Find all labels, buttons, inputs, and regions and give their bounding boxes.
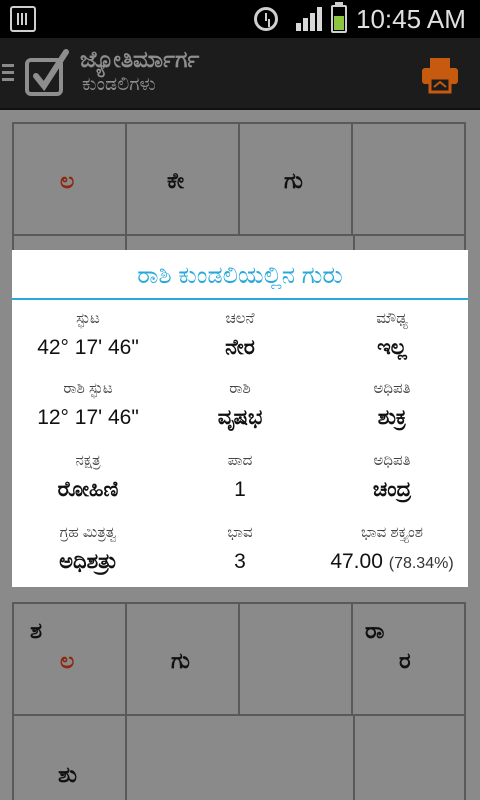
action-bar: ಜ್ಯೋತಿರ್ಮಾರ್ಗ ಕುಂಡಲಿಗಳು xyxy=(0,38,480,110)
chart-house-cell[interactable] xyxy=(353,124,466,236)
field-value: ಅಧಿಶತ್ರು xyxy=(59,550,117,573)
field-label: ಅಧಿಪತಿ xyxy=(373,452,411,469)
battery-icon xyxy=(331,2,347,33)
app-logo-icon[interactable] xyxy=(24,48,72,98)
planet-label: ಗು xyxy=(171,648,190,673)
app-subtitle: ಕುಂಡಲಿಗಳು xyxy=(82,74,156,95)
dialog-divider xyxy=(12,298,468,300)
menu-icon[interactable] xyxy=(2,64,16,84)
field-value: ವೃಷಭ xyxy=(217,406,263,429)
chart-house-cell[interactable]: ಕೇ xyxy=(127,124,240,236)
dialog-title: ರಾಶಿ ಕುಂಡಲಿಯಲ್ಲಿನ ಗುರು xyxy=(137,262,343,289)
planet-label: ಶು xyxy=(58,762,78,787)
field-label: ಗ್ರಹ ಮಿತ್ರತ್ವ xyxy=(59,524,117,541)
field-value: ಶುಕ್ರ xyxy=(377,406,407,429)
field-label: ಭಾವ xyxy=(227,524,253,541)
field-value: 1 xyxy=(234,478,246,501)
chart-house-cell[interactable]: ಗು xyxy=(240,124,353,236)
sim-card-icon xyxy=(10,6,36,32)
field-label: ಸ್ಫುಟ xyxy=(76,310,100,327)
chart-house-cell[interactable]: ಶು xyxy=(14,716,127,800)
field-label: ಪಾದ xyxy=(227,452,253,469)
field-value: 47.00 (78.34%) xyxy=(316,550,468,574)
app-title: ಜ್ಯೋತಿರ್ಮಾರ್ಗ xyxy=(80,46,200,72)
rashi-chart-bottom: ಶ ಲ ಗು ರಾ ರ ಶು xyxy=(12,602,466,800)
field-label: ಭಾವ ಶಕ್ತ್ಯಂಶ xyxy=(361,524,423,541)
field-label: ಅಧಿಪತಿ xyxy=(373,380,411,397)
bhava-strength-percent: (78.34%) xyxy=(388,555,454,572)
field-label: ಚಲನೆ xyxy=(225,310,255,327)
chart-house-cell[interactable]: ಲ xyxy=(14,124,127,236)
planet-label: ರಾ xyxy=(365,618,385,643)
field-value: ನೇರ xyxy=(225,336,255,359)
field-value: 42° 17' 46" xyxy=(37,336,139,359)
planet-details-dialog: ರಾಶಿ ಕುಂಡಲಿಯಲ್ಲಿನ ಗುರು ಸ್ಫುಟ 42° 17' 46"… xyxy=(12,250,468,587)
signal-icon xyxy=(296,7,326,31)
planet-label: ಲ xyxy=(60,648,75,673)
status-bar: 10:45 AM xyxy=(0,0,480,38)
field-label: ಮೌಢ್ಯ xyxy=(376,310,408,327)
printer-icon[interactable] xyxy=(420,56,460,94)
planet-label: ರ xyxy=(399,648,411,673)
chart-house-cell[interactable]: ರಾ ರ xyxy=(353,604,466,716)
field-value: ಇಲ್ಲ xyxy=(377,336,407,359)
field-value: 12° 17' 46" xyxy=(37,406,139,429)
field-label: ರಾಶಿ ಸ್ಫುಟ xyxy=(63,380,113,397)
planet-label: ಲ xyxy=(60,168,75,193)
chart-house-cell[interactable]: ಶ ಲ xyxy=(14,604,127,716)
planet-label: ಕೇ xyxy=(167,168,185,193)
field-label: ರಾಶಿ xyxy=(229,380,251,397)
field-label: ನಕ್ಷತ್ರ xyxy=(75,452,101,469)
chart-house-cell[interactable]: ಗು xyxy=(127,604,240,716)
chart-house-cell[interactable] xyxy=(240,604,353,716)
field-value: 3 xyxy=(234,550,246,573)
clock: 10:45 AM xyxy=(356,4,466,34)
chart-house-cell[interactable] xyxy=(353,716,466,800)
field-value: ಚಂದ್ರ xyxy=(372,478,412,501)
field-value: ರೋಹಿಣಿ xyxy=(57,478,119,501)
planet-label: ಶ xyxy=(30,618,43,643)
bhava-strength-value: 47.00 xyxy=(330,550,383,573)
alarm-icon xyxy=(254,7,278,31)
planet-label: ಗು xyxy=(284,168,303,193)
